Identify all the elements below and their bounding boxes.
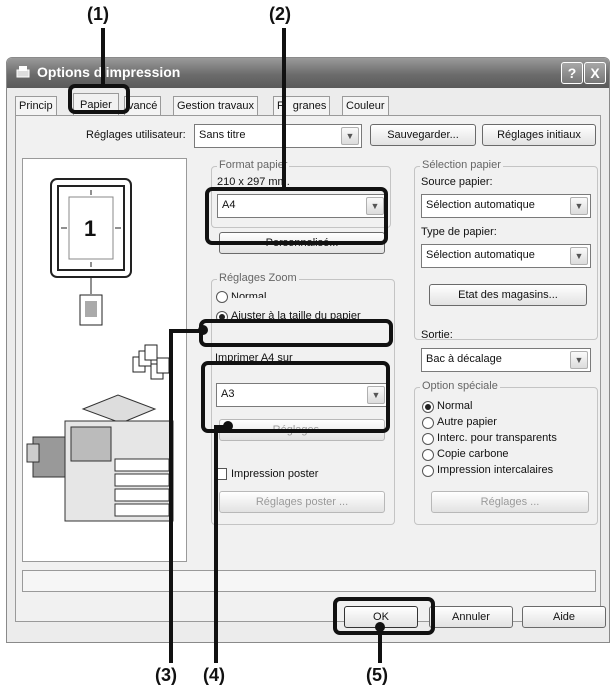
user-settings-value: Sans titre	[199, 129, 246, 141]
leader-dot-5	[375, 622, 385, 632]
output-select[interactable]: Bac à décalage ▼	[421, 348, 591, 372]
special-normal-radio[interactable]	[422, 401, 434, 413]
tab-watermarks-label-b: granes	[292, 100, 327, 112]
special-tab-print-label: Impression intercalaires	[437, 464, 554, 476]
leader-line-2	[282, 28, 286, 187]
paper-source-label: Source papier:	[421, 176, 493, 188]
poster-checkbox-label: Impression poster	[231, 468, 319, 480]
help-title-button[interactable]: ?	[561, 62, 583, 84]
close-title-button[interactable]: X	[584, 62, 606, 84]
zoom-normal-radio[interactable]	[216, 291, 228, 303]
preview-illustration: 1	[26, 178, 174, 522]
special-other-paper-radio[interactable]	[422, 417, 434, 429]
default-settings-button[interactable]: Réglages initiaux	[482, 124, 596, 146]
special-other-paper-label: Autre papier	[437, 416, 497, 428]
printer-icon	[15, 65, 31, 79]
highlight-paper-format	[205, 187, 388, 245]
user-settings-label: Réglages utilisateur:	[86, 129, 186, 141]
print-options-dialog: Options d'impression ? X Princip Papier …	[6, 57, 610, 643]
output-label: Sortie:	[421, 329, 453, 341]
cancel-button[interactable]: Annuler	[429, 606, 513, 628]
user-settings-select[interactable]: Sans titre ▼	[194, 124, 362, 148]
status-strip	[22, 570, 596, 592]
leader-dot-4	[223, 421, 233, 431]
preview-page-number: 1	[84, 216, 96, 241]
special-tab-print-radio[interactable]	[422, 465, 434, 477]
special-settings-button[interactable]: Réglages ...	[431, 491, 589, 513]
special-normal-label: Normal	[437, 400, 473, 412]
callout-5: (5)	[366, 665, 388, 685]
leader-line-4-vertical	[214, 425, 218, 663]
special-transparency-radio[interactable]	[422, 433, 434, 445]
leader-dot-3	[198, 325, 208, 335]
highlight-paper-tab	[68, 84, 130, 114]
tab-color[interactable]: Couleur	[342, 96, 389, 115]
special-transparency-label: Interc. pour transparents	[437, 432, 557, 444]
paper-source-value: Sélection automatique	[426, 199, 535, 211]
help-button[interactable]: Aide	[522, 606, 606, 628]
leader-line-5	[378, 627, 382, 663]
chevron-down-icon: ▼	[570, 247, 588, 265]
highlight-zoom-fit	[199, 319, 393, 347]
paper-format-group-label: Format papier	[217, 159, 290, 171]
callout-4: (4)	[203, 665, 225, 685]
paper-type-value: Sélection automatique	[426, 249, 535, 261]
tab-job-handling[interactable]: Gestion travaux	[173, 96, 259, 115]
poster-settings-button[interactable]: Réglages poster ...	[219, 491, 385, 513]
zoom-group-label: Réglages Zoom	[217, 272, 299, 284]
preview-panel: 1	[22, 158, 187, 562]
special-carbon-copy-radio[interactable]	[422, 449, 434, 461]
tab-main[interactable]: Princip	[15, 96, 57, 115]
save-settings-button[interactable]: Sauvegarder...	[370, 124, 476, 146]
callout-2: (2)	[269, 4, 291, 24]
paper-source-select[interactable]: Sélection automatique ▼	[421, 194, 591, 218]
callout-1: (1)	[87, 4, 109, 24]
special-carbon-copy-label: Copie carbone	[437, 448, 509, 460]
chevron-down-icon: ▼	[570, 197, 588, 215]
paper-type-select[interactable]: Sélection automatique ▼	[421, 244, 591, 268]
callout-3: (3)	[155, 665, 177, 685]
leader-line-1	[101, 28, 105, 84]
zoom-normal-label: Normal	[231, 291, 267, 298]
paper-selection-group-label: Sélection papier	[420, 159, 503, 171]
window-title: Options d'impression	[37, 64, 181, 80]
leader-line-3-vertical	[169, 329, 173, 663]
tray-status-button[interactable]: Etat des magasins...	[429, 284, 587, 306]
chevron-down-icon: ▼	[570, 351, 588, 369]
output-value: Bac à décalage	[426, 353, 502, 365]
paper-type-label: Type de papier:	[421, 226, 497, 238]
chevron-down-icon: ▼	[341, 127, 359, 145]
special-option-group-label: Option spéciale	[420, 380, 500, 392]
